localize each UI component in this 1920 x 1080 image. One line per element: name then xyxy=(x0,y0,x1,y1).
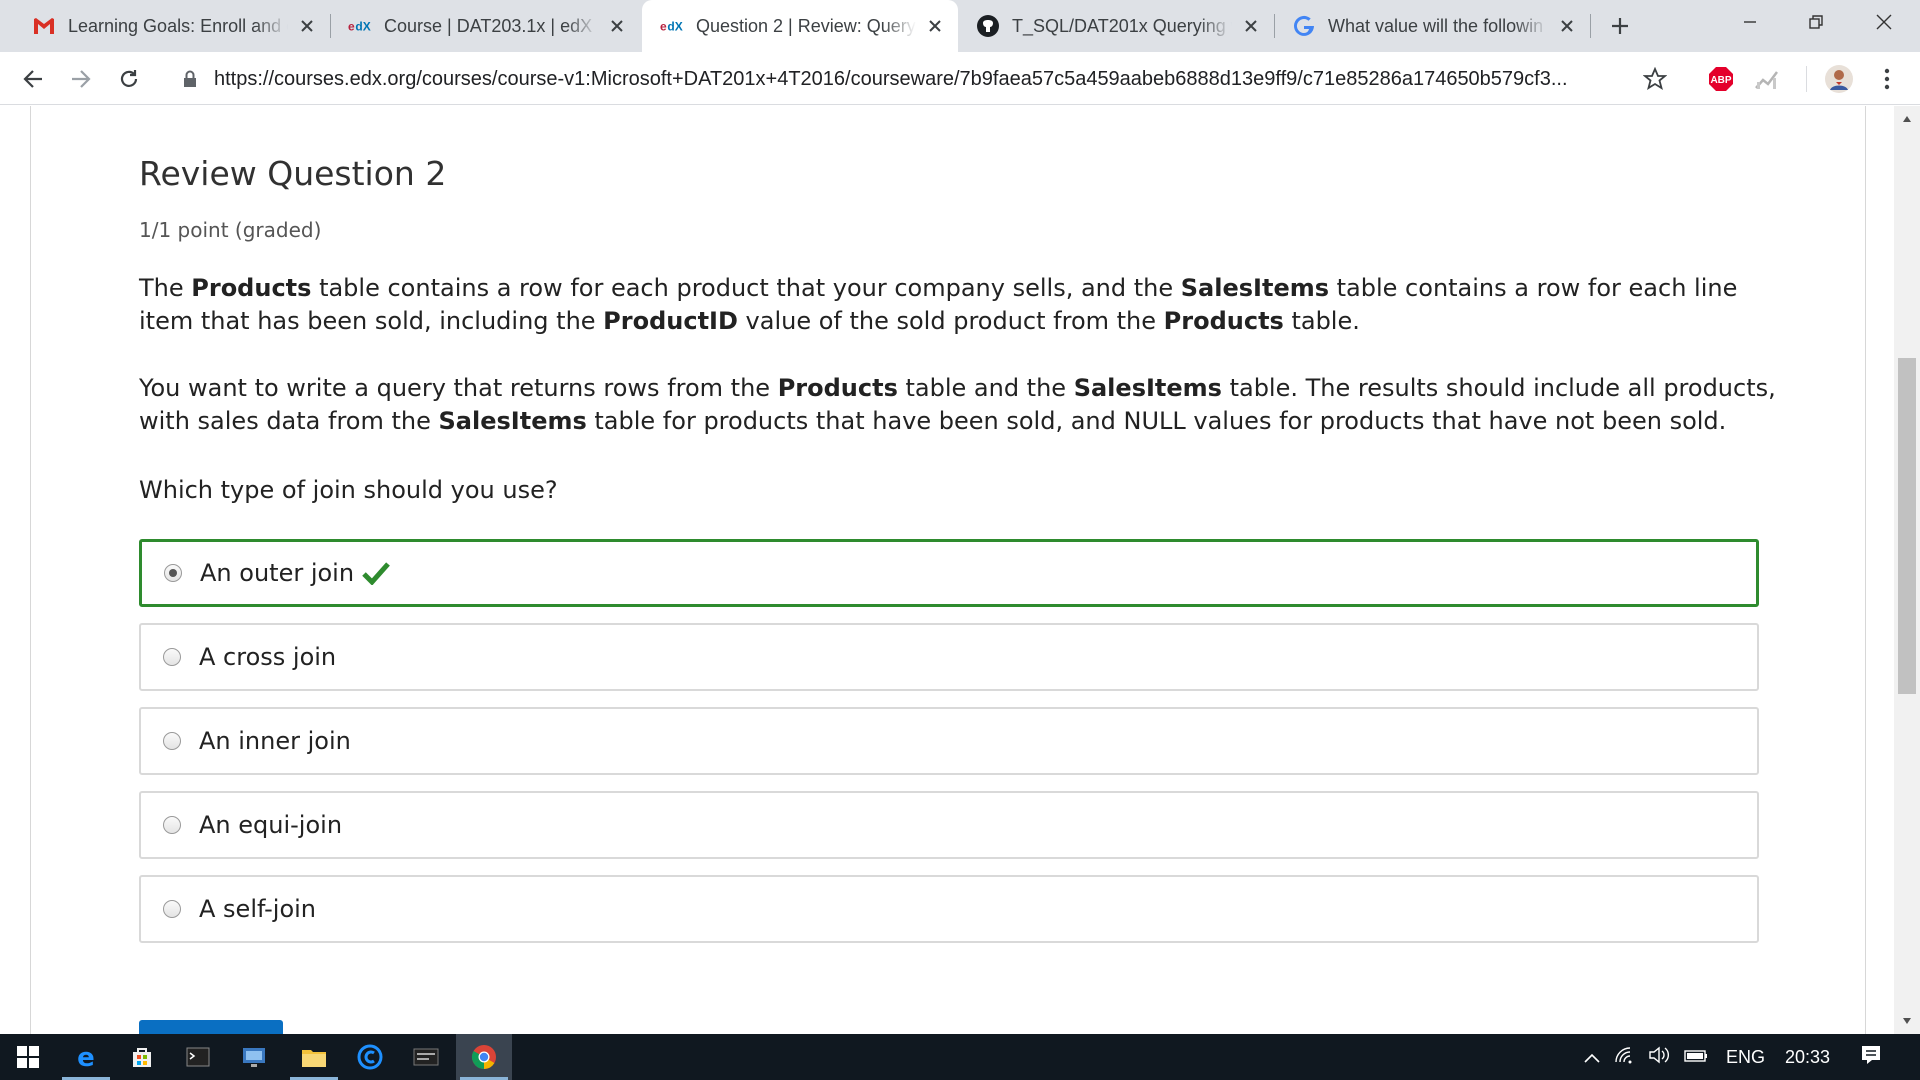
close-icon[interactable] xyxy=(924,15,946,37)
adblock-icon[interactable]: ABP xyxy=(1706,64,1736,94)
close-window-button[interactable] xyxy=(1852,0,1916,44)
new-tab-button[interactable] xyxy=(1604,10,1636,42)
wifi-icon[interactable] xyxy=(1614,1046,1636,1069)
question-title: Review Question 2 xyxy=(139,154,447,193)
scroll-thumb[interactable] xyxy=(1898,358,1916,694)
option-label: An equi-join xyxy=(199,811,343,839)
submit-button[interactable] xyxy=(139,1020,283,1034)
browser-tabstrip: Learning Goals: Enroll and c e dX Course … xyxy=(0,0,1920,52)
close-icon[interactable] xyxy=(1240,15,1262,37)
minimize-button[interactable] xyxy=(1718,0,1782,44)
address-bar[interactable]: https://courses.edx.org/courses/course-v… xyxy=(162,59,1652,99)
windows-start-icon[interactable] xyxy=(0,1034,56,1080)
file-explorer-icon[interactable] xyxy=(286,1034,342,1080)
option-label: An outer join xyxy=(200,559,355,587)
radio-button[interactable] xyxy=(163,732,181,750)
chrome-icon[interactable] xyxy=(456,1034,512,1080)
tab-gmail[interactable]: Learning Goals: Enroll and c xyxy=(14,0,331,52)
system-tray: ENG 20:33 xyxy=(1584,1034,1882,1080)
terminal-icon[interactable] xyxy=(170,1034,226,1080)
checkmark-icon xyxy=(362,561,390,585)
radio-button[interactable] xyxy=(163,648,181,666)
svg-text:e: e xyxy=(77,1044,95,1070)
tab-github[interactable]: T_SQL/DAT201x Querying w xyxy=(958,0,1275,52)
question-prompt: Which type of join should you use? xyxy=(139,476,558,504)
tab-title: Question 2 | Review: Queryi xyxy=(696,15,916,36)
battery-icon[interactable] xyxy=(1684,1047,1708,1068)
question-paragraph-2: You want to write a query that returns r… xyxy=(139,374,1776,435)
problem-panel: Review Question 2 1/1 point (graded) The… xyxy=(30,106,1866,1034)
answer-option[interactable]: An outer join xyxy=(139,539,1759,607)
google-icon xyxy=(1292,14,1316,38)
radio-button[interactable] xyxy=(163,900,181,918)
answer-option[interactable]: A self-join xyxy=(139,875,1759,943)
option-label: An inner join xyxy=(199,727,351,755)
edge-browser-icon[interactable]: e xyxy=(58,1034,114,1080)
volume-icon[interactable] xyxy=(1648,1046,1672,1069)
chevron-up-icon[interactable] xyxy=(1584,1047,1600,1068)
radio-button[interactable] xyxy=(164,564,182,582)
scroll-up-arrow-icon[interactable] xyxy=(1894,106,1920,132)
tab-course[interactable]: e dX Course | DAT203.1x | edX xyxy=(330,0,640,52)
menu-kebab-icon[interactable] xyxy=(1872,64,1902,94)
edx-icon: e dX xyxy=(660,14,684,38)
option-label: A self-join xyxy=(199,895,317,923)
lock-icon xyxy=(180,69,200,89)
option-label: A cross join xyxy=(199,643,337,671)
tab-title: T_SQL/DAT201x Querying w xyxy=(1012,15,1232,36)
app-c-icon[interactable] xyxy=(342,1034,398,1080)
page-scrollbar[interactable] xyxy=(1894,106,1920,1034)
svg-text:e: e xyxy=(348,20,355,33)
tab-question[interactable]: e dX Question 2 | Review: Queryi xyxy=(642,0,958,52)
clock[interactable]: 20:33 xyxy=(1785,1047,1830,1068)
answer-option[interactable]: An inner join xyxy=(139,707,1759,775)
svg-text:dX: dX xyxy=(355,20,370,33)
close-icon[interactable] xyxy=(1556,15,1578,37)
sql-tool-icon[interactable] xyxy=(398,1034,454,1080)
tab-title: Course | DAT203.1x | edX xyxy=(384,15,593,36)
browser-toolbar: https://courses.edx.org/courses/course-v… xyxy=(0,52,1920,105)
question-paragraph-1: The Products table contains a row for ea… xyxy=(139,274,1738,335)
bookmark-star-icon[interactable] xyxy=(1640,64,1670,94)
close-icon[interactable] xyxy=(606,15,628,37)
remote-desktop-icon[interactable] xyxy=(226,1034,282,1080)
language-indicator[interactable]: ENG xyxy=(1726,1047,1765,1068)
svg-text:e: e xyxy=(660,20,667,33)
close-icon[interactable] xyxy=(296,15,318,37)
restore-button[interactable] xyxy=(1784,0,1848,44)
scroll-down-arrow-icon[interactable] xyxy=(1894,1008,1920,1034)
extension-chart-icon[interactable] xyxy=(1752,64,1782,94)
adblock-label: ABP xyxy=(1710,75,1731,86)
radio-button[interactable] xyxy=(163,816,181,834)
answer-option[interactable]: An equi-join xyxy=(139,791,1759,859)
forward-button[interactable] xyxy=(64,62,98,96)
page-viewport: Review Question 2 1/1 point (graded) The… xyxy=(0,106,1920,1034)
url-text[interactable]: https://courses.edx.org/courses/course-v… xyxy=(214,68,1604,91)
gmail-icon xyxy=(32,14,56,38)
back-button[interactable] xyxy=(16,62,50,96)
windows-taskbar: e ENG 20:33 xyxy=(0,1034,1920,1080)
store-icon[interactable] xyxy=(114,1034,170,1080)
tab-google[interactable]: What value will the followin xyxy=(1274,0,1591,52)
answer-option[interactable]: A cross join xyxy=(139,623,1759,691)
edx-icon: e dX xyxy=(348,14,372,38)
tab-title: What value will the followin xyxy=(1328,15,1544,36)
github-icon xyxy=(976,14,1000,38)
tab-title: Learning Goals: Enroll and c xyxy=(68,15,288,36)
reload-button[interactable] xyxy=(112,62,146,96)
avatar[interactable] xyxy=(1824,64,1854,94)
svg-text:dX: dX xyxy=(667,20,682,33)
question-points: 1/1 point (graded) xyxy=(139,218,322,242)
notifications-icon[interactable] xyxy=(1860,1044,1882,1071)
